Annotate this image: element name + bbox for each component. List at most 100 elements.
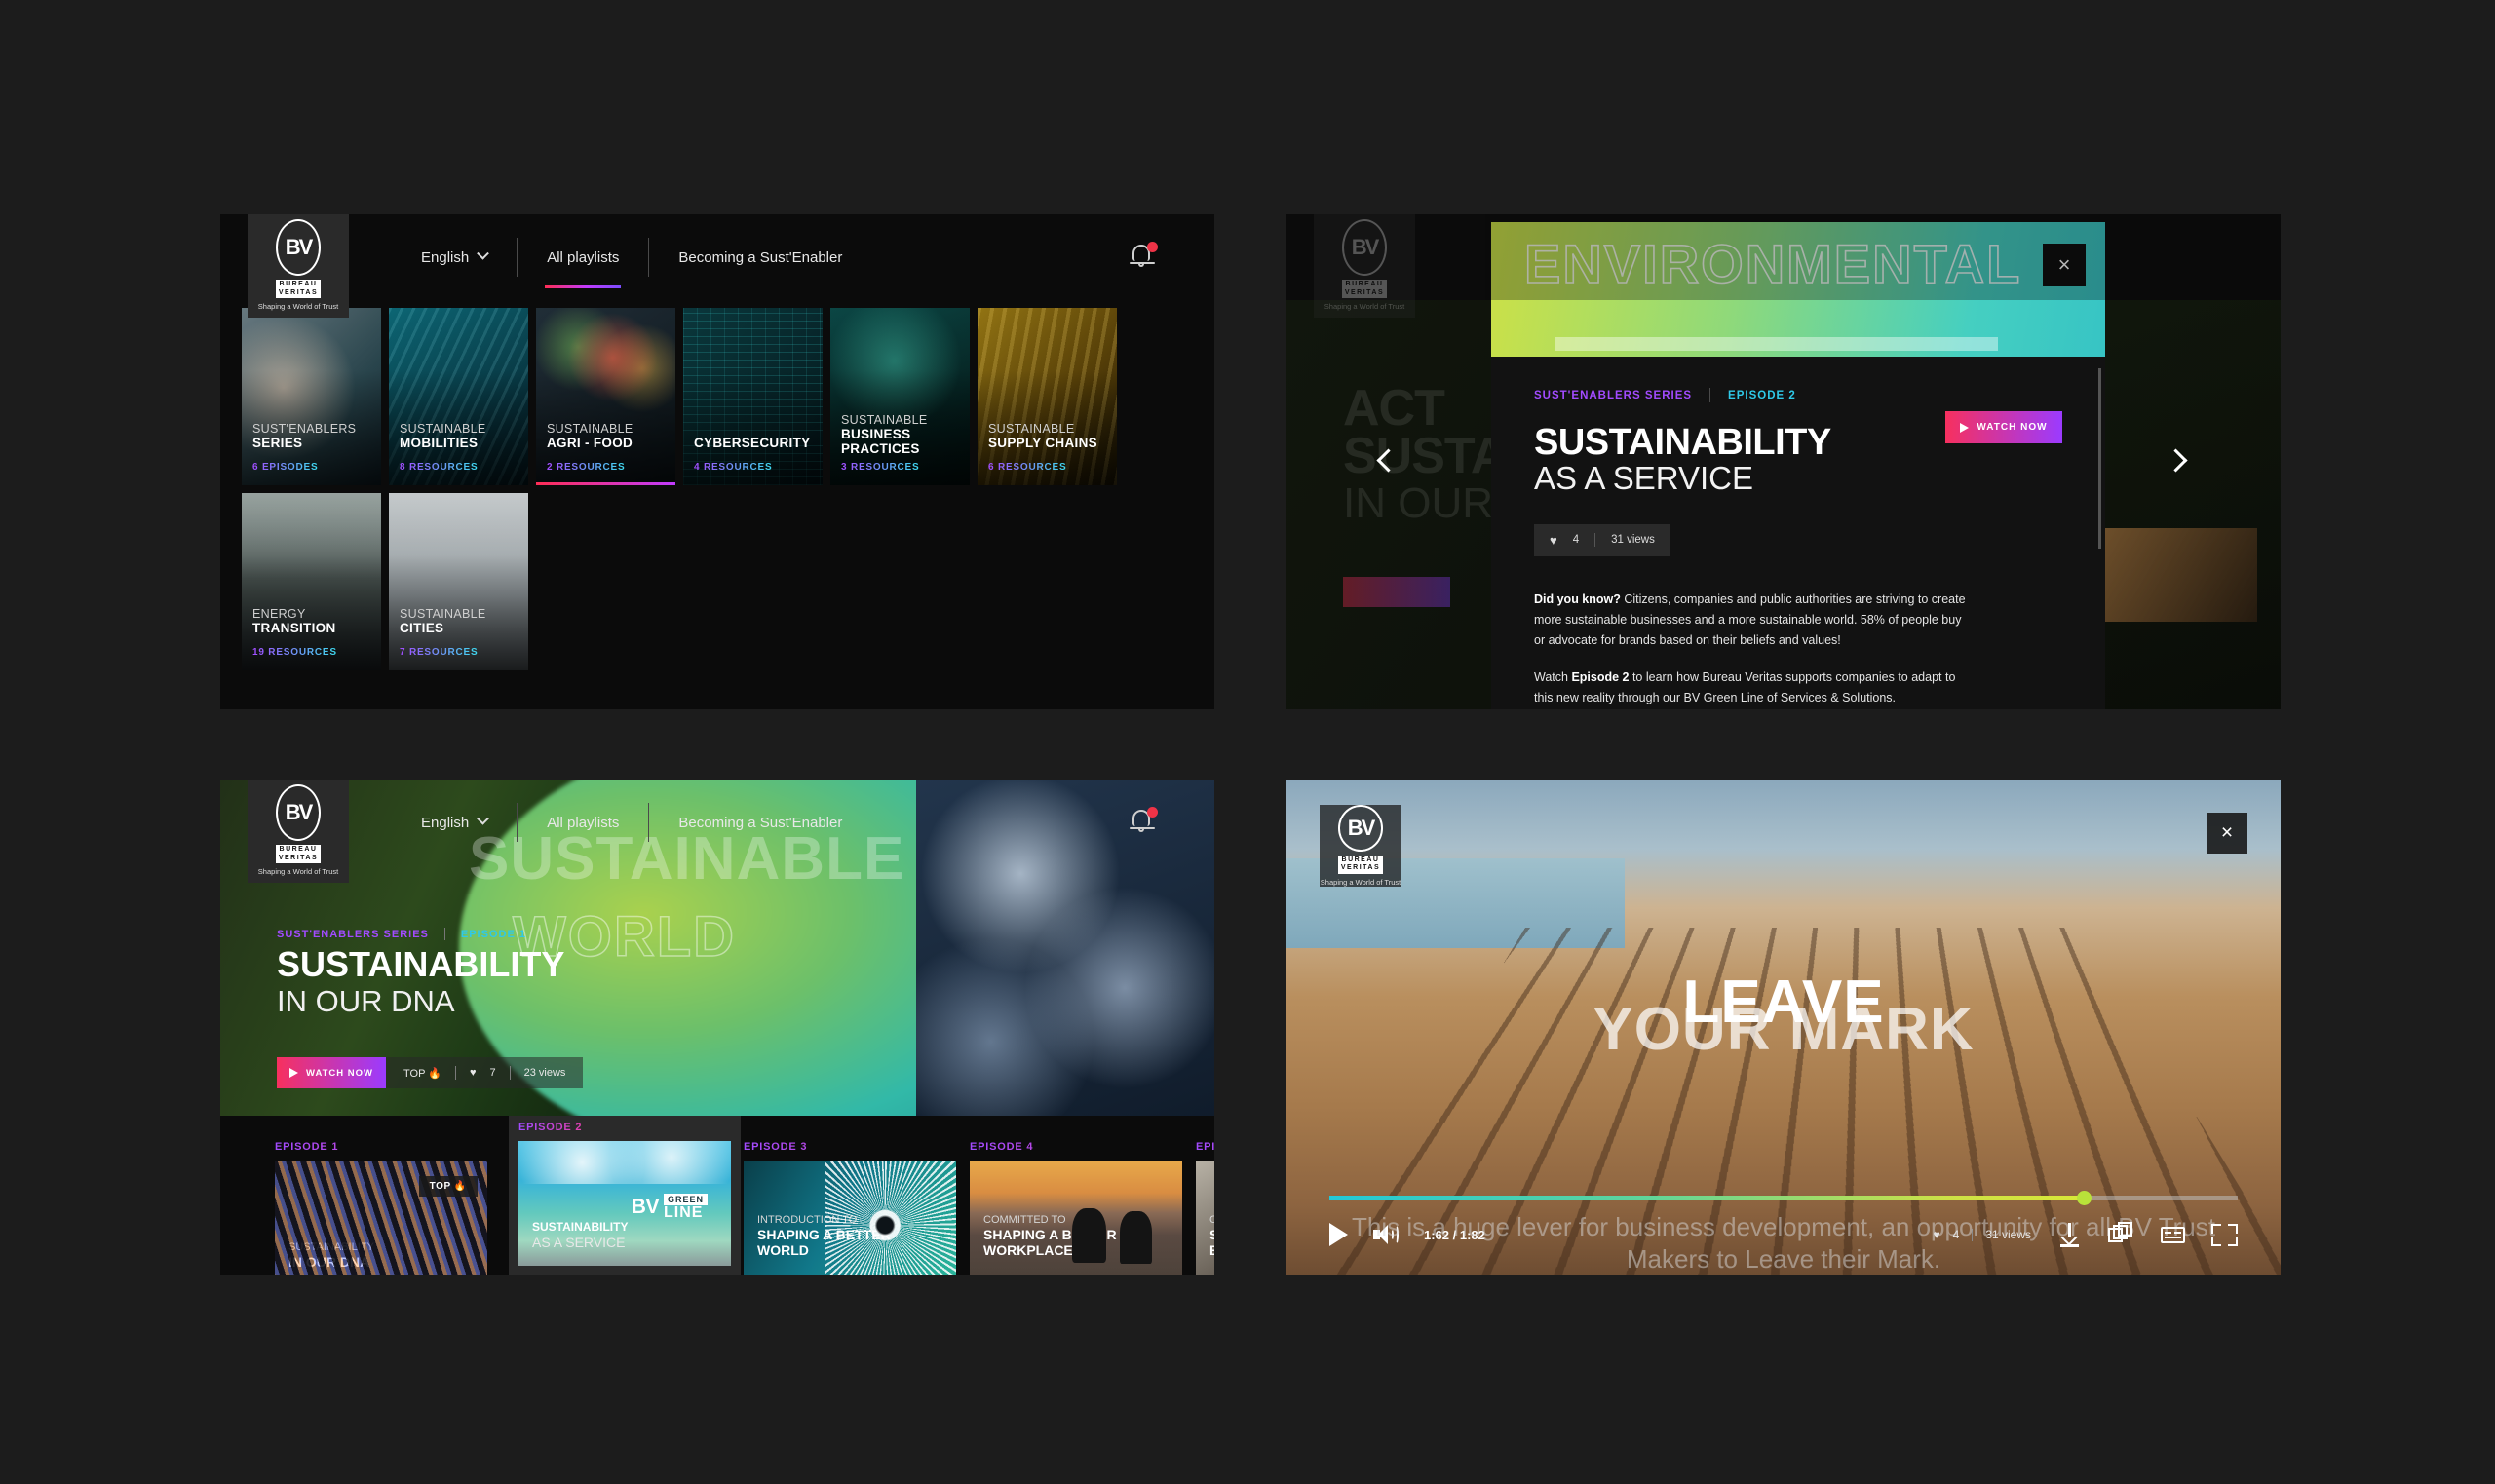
episode-card[interactable]: EPISODE 1 SUSTAINABILITY IN OUR DNA TOP … [275, 1141, 487, 1275]
playlist-card[interactable]: CYBERSECURITY 4 RESOURCES [683, 308, 823, 485]
modal-scrollbar[interactable] [2098, 368, 2101, 549]
modal-subtitle: AS A SERVICE [1534, 460, 1754, 496]
episode-carousel: EPISODE 1 SUSTAINABILITY IN OUR DNA TOP … [220, 1116, 1214, 1275]
hero-stats: TOP 🔥 ♥ 7 23 views [386, 1057, 584, 1088]
card-kicker: SUSTAINABLE [400, 606, 486, 621]
volume-button[interactable] [1373, 1224, 1399, 1245]
breadcrumb-divider [1709, 388, 1711, 402]
line-text: LINE [663, 1203, 704, 1221]
bureau-veritas-logo[interactable]: BV BUREAU VERITAS Shaping a World of Tru… [248, 780, 349, 883]
logo-word-1: BUREAU [279, 280, 318, 287]
episode-card-active[interactable]: EPISODE 2 BV GREEN LINE SUSTAINABILITY A… [509, 1116, 741, 1275]
playlist-grid: SUST'ENABLERS SERIES 6 EPISODES SUSTAINA… [242, 308, 1158, 670]
play-icon [1329, 1223, 1348, 1246]
playlist-card[interactable]: SUSTAINABLE BUSINESS PRACTICES 3 RESOURC… [830, 308, 970, 485]
banner-bar [1555, 337, 1998, 351]
episode-kicker: INTRODUCTION TO [757, 1214, 858, 1227]
carousel-prev-button[interactable] [1370, 444, 1409, 483]
nav-label-all-playlists: All playlists [547, 814, 620, 831]
logo-seal-icon: BV [1342, 218, 1387, 276]
episode-card[interactable]: EPISODE 5 COMMITTED TO SHAPING A BETTER … [1196, 1141, 1214, 1275]
play-button[interactable] [1329, 1223, 1348, 1246]
playlist-card[interactable]: SUSTAINABLE MOBILITIES 8 RESOURCES [389, 308, 528, 485]
episode-card[interactable]: EPISODE 4 COMMITTED TO SHAPING A BETTER … [970, 1141, 1182, 1275]
card-count: 6 RESOURCES [988, 462, 1067, 473]
nav-item-becoming-sustenabler[interactable]: Becoming a Sust'Enabler [649, 232, 871, 283]
progress-bar[interactable] [1329, 1191, 2238, 1205]
notification-bell-button[interactable] [1127, 806, 1160, 839]
card-title: SERIES [252, 435, 303, 450]
nav-label-all-playlists: All playlists [547, 248, 620, 266]
card-kicker: ENERGY [252, 606, 306, 621]
card-shade [978, 308, 1117, 485]
episode-thumbnail: COMMITTED TO SHAPING A BETTER ENVIRONMEN… [1196, 1161, 1214, 1275]
watch-now-button[interactable]: WATCH NOW [1945, 411, 2062, 443]
modal-body: SUST'ENABLERS SERIES EPISODE 2 SUSTAINAB… [1491, 357, 2105, 708]
episode-label: EPISODE 5 [1196, 1141, 1214, 1153]
download-icon[interactable] [2056, 1222, 2083, 1248]
logo-word-2: VERITAS [1344, 288, 1385, 296]
carousel-next-button[interactable] [2158, 444, 2197, 483]
bureau-veritas-logo[interactable]: BV BUREAU VERITAS Shaping a World of Tru… [248, 214, 349, 318]
video-surface[interactable]: BV BUREAU VERITAS Shaping a World of Tru… [1286, 780, 2281, 1275]
hero-view-count: 23 views [523, 1067, 566, 1079]
logo-seal-icon: BV [276, 783, 321, 841]
breadcrumb: SUST'ENABLERS SERIES EPISODE 2 [1534, 388, 2062, 402]
nav-item-becoming-sustenabler[interactable]: Becoming a Sust'Enabler [649, 797, 871, 848]
language-selector[interactable]: English [392, 797, 517, 848]
language-selector[interactable]: English [392, 232, 517, 283]
heart-icon: ♥ [1933, 1228, 1940, 1241]
player-view-count: 31 views [1985, 1228, 2031, 1241]
card-title: CITIES [400, 620, 444, 635]
playlist-card[interactable]: ENERGY TRANSITION 19 RESOURCES [242, 493, 381, 670]
hero-watch-now-button[interactable]: WATCH NOW [277, 1057, 386, 1088]
copy-icon[interactable] [2108, 1221, 2134, 1248]
notification-dot [1147, 807, 1158, 818]
episode-kicker: COMMITTED TO [1209, 1214, 1214, 1227]
logo-seal-icon: BV [276, 218, 321, 276]
logo-tagline: Shaping a World of Trust [1324, 302, 1405, 312]
episode-card[interactable]: EPISODE 3 INTRODUCTION TO SHAPING A BETT… [744, 1141, 956, 1275]
volume-icon [1373, 1224, 1399, 1245]
logo-tagline: Shaping a World of Trust [257, 867, 339, 877]
time-display: 1:62 / 1:82 [1424, 1227, 1485, 1242]
playlist-card[interactable]: SUSTAINABLE SUPPLY CHAINS 6 RESOURCES [978, 308, 1117, 485]
card-kicker: SUSTAINABLE [547, 421, 633, 436]
fullscreen-icon[interactable] [2211, 1222, 2238, 1248]
card-title: AGRI - FOOD [547, 435, 633, 450]
logo-wordmark: BUREAU VERITAS [1341, 279, 1388, 299]
logo-word-2: VERITAS [278, 854, 319, 861]
notification-bell-button[interactable] [1127, 241, 1160, 274]
description-2-pre: Watch [1534, 669, 1572, 684]
site-header-dim: BV BUREAU VERITAS Shaping a World of Tru… [1286, 214, 2281, 318]
card-count: 2 RESOURCES [547, 462, 626, 473]
playlist-card[interactable]: SUSTAINABLE CITIES 7 RESOURCES [389, 493, 528, 670]
site-header: BV BUREAU VERITAS Shaping a World of Tru… [220, 214, 1214, 318]
logo-seal-icon: BV [1338, 805, 1383, 852]
episode-title: SHAPING A BETTER WORLD [757, 1226, 891, 1258]
logo-word-2: VERITAS [278, 288, 319, 296]
nav-item-all-playlists[interactable]: All playlists [518, 797, 648, 848]
hero-crumb-divider [443, 928, 445, 940]
captions-icon[interactable] [2160, 1222, 2186, 1248]
hero-banner: SUSTAINABLE WORLD BV BUREAU VERITAS Shap… [220, 780, 1214, 1116]
playlist-card[interactable]: SUSTAINABLE AGRI - FOOD 2 RESOURCES [536, 308, 675, 485]
like-count: 4 [1572, 534, 1580, 547]
episode-label: EPISODE 3 [744, 1141, 956, 1153]
top-badge: TOP 🔥 [418, 1176, 478, 1197]
hero-stats-divider [454, 1066, 456, 1080]
episode-kicker: SUSTAINABILITY [288, 1241, 374, 1254]
hero-top-badge: TOP 🔥 [403, 1067, 441, 1080]
watch-now-label: WATCH NOW [1977, 422, 2048, 433]
close-icon[interactable]: × [2207, 813, 2247, 854]
episode-kicker: SUSTAINABILITY [532, 1220, 629, 1235]
panel-playlist-browser: BV BUREAU VERITAS Shaping a World of Tru… [220, 214, 1214, 709]
nav-item-all-playlists[interactable]: All playlists [518, 232, 648, 288]
card-title: CYBERSECURITY [694, 435, 811, 450]
breadcrumb-episode: EPISODE 2 [1728, 389, 1796, 401]
card-title: TRANSITION [252, 620, 336, 635]
progress-knob[interactable] [2076, 1191, 2092, 1205]
playlist-card[interactable]: SUST'ENABLERS SERIES 6 EPISODES [242, 308, 381, 485]
play-icon [1960, 422, 1970, 433]
player-stats-divider [1972, 1228, 1974, 1241]
